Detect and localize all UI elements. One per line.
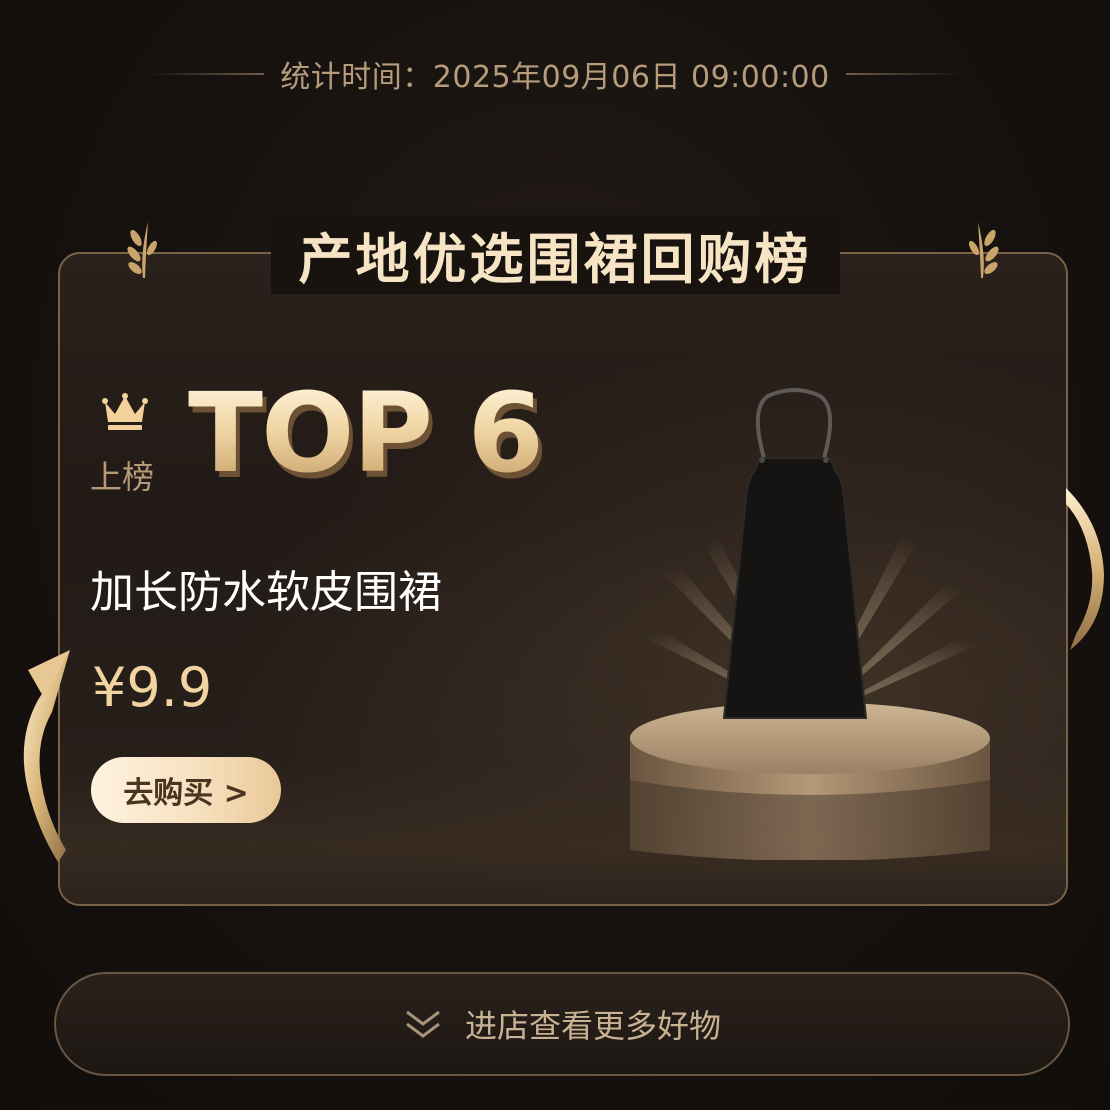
divider-left — [148, 73, 265, 75]
divider-right — [845, 73, 962, 75]
rank-top-text: TOP 6 — [188, 369, 544, 497]
product-podium — [630, 702, 990, 860]
buy-button[interactable]: 去购买 > — [91, 757, 281, 823]
wheat-icon — [127, 222, 158, 278]
title-row: 产地优选围裙回购榜 — [0, 214, 1110, 294]
wheat-icon — [968, 222, 999, 278]
enter-store-label: 进店查看更多好物 — [464, 1007, 721, 1045]
ribbon-left-icon — [23, 650, 70, 862]
ribbon-right-icon — [1066, 488, 1104, 650]
product-price: ¥9.9 — [92, 656, 213, 719]
apron-product-image — [722, 388, 868, 719]
product-name: 加长防水软皮围裙 — [90, 567, 442, 618]
enter-store-button[interactable]: 进店查看更多好物 — [54, 972, 1070, 1076]
rank-label: 上榜 — [90, 458, 155, 496]
stat-time: 统计时间：2025年09月06日 09:00:00 — [280, 60, 830, 95]
page-title: 产地优选围裙回购榜 — [270, 214, 840, 294]
stat-time-row: 统计时间：2025年09月06日 09:00:00 — [0, 52, 1110, 96]
crown-icon — [102, 393, 148, 430]
chevron-double-down-icon — [406, 1010, 440, 1038]
